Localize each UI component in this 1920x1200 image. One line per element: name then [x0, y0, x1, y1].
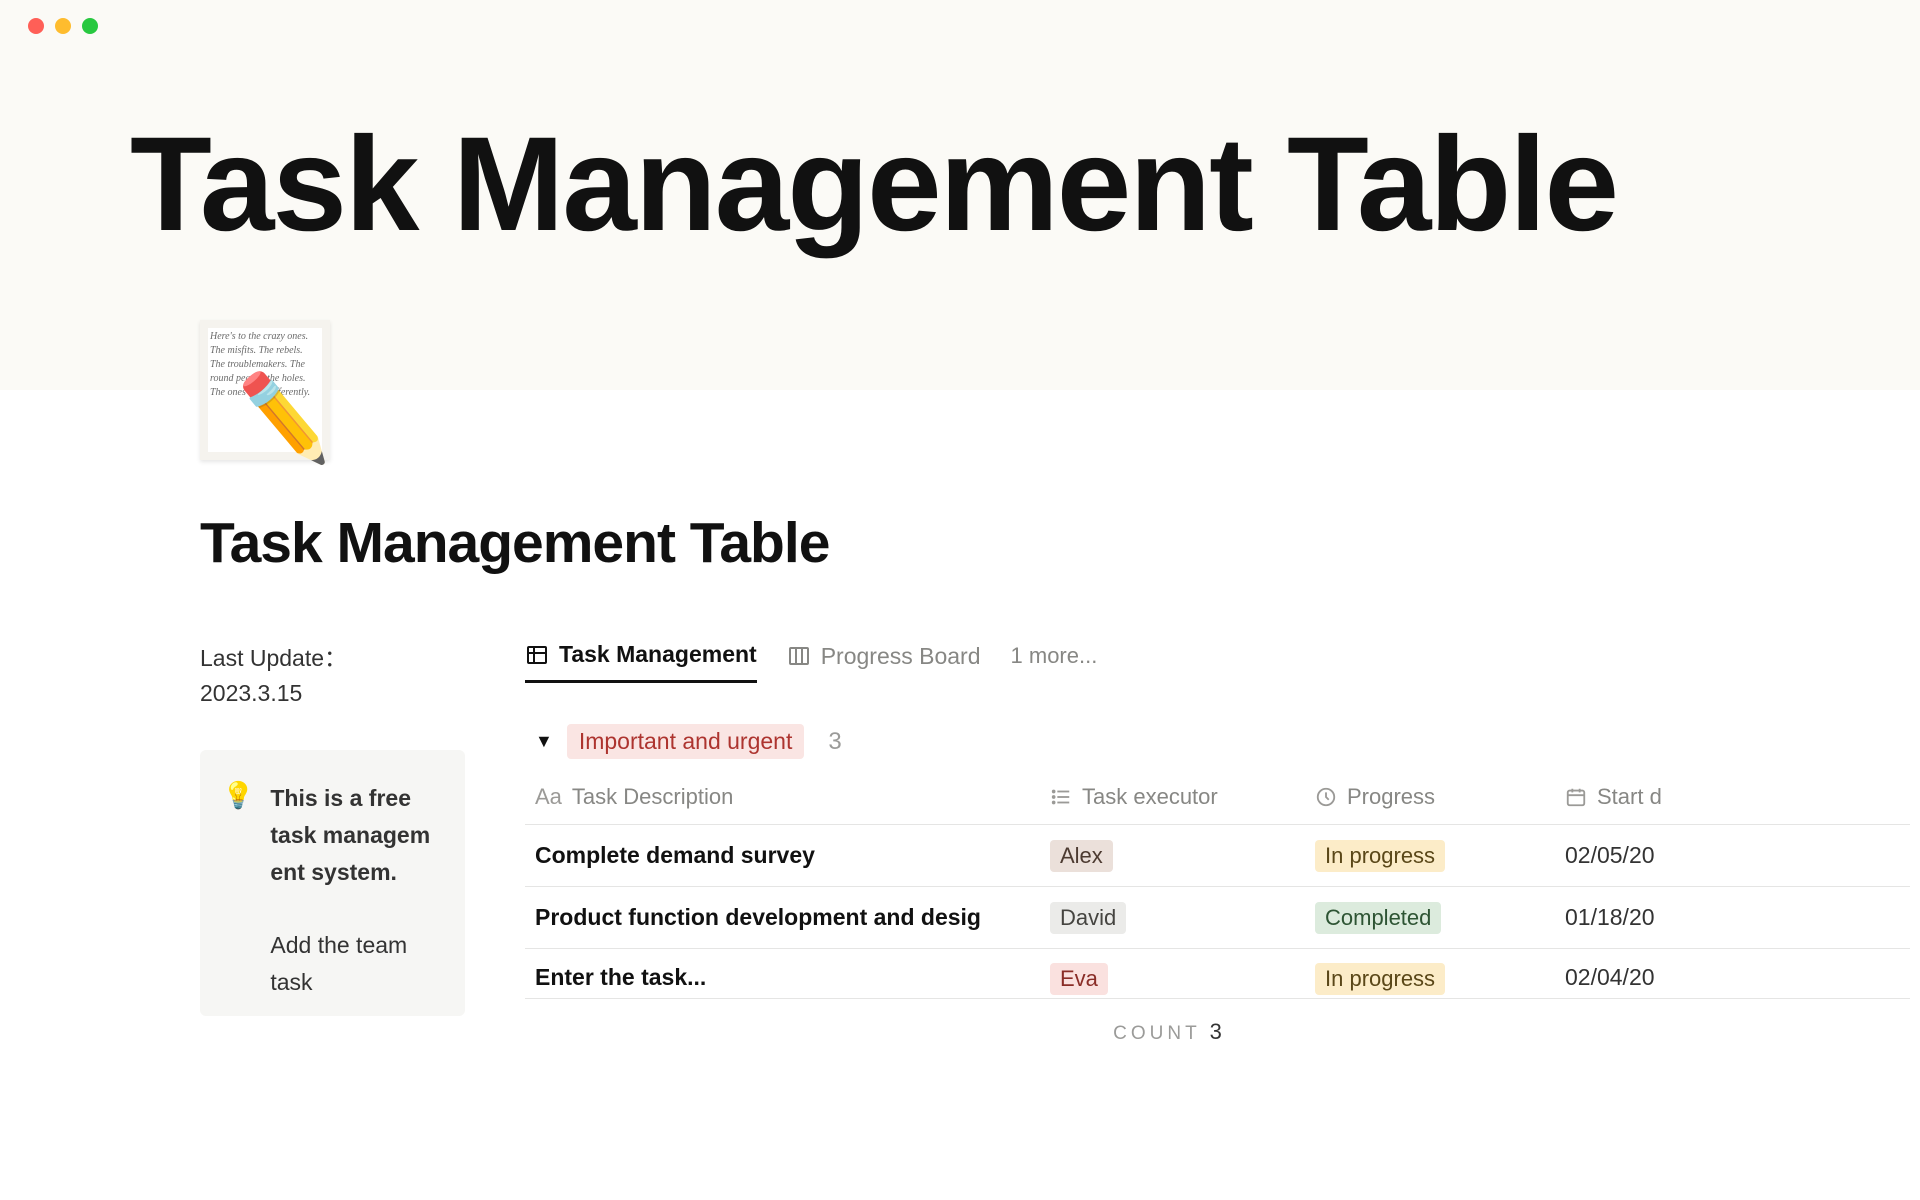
database-area: Task Management Progress Board 1 more...… [465, 641, 1920, 1045]
info-text-rest: Add the team task [270, 932, 407, 995]
table-footer-count: COUNT 3 [525, 1019, 1910, 1045]
group-badge[interactable]: Important and urgent [567, 724, 805, 759]
window-controls [0, 0, 98, 34]
executor-tag: Eva [1050, 963, 1108, 995]
column-task-executor[interactable]: Task executor [1050, 784, 1315, 810]
status-property-icon [1315, 786, 1337, 808]
column-task-description[interactable]: Aa Task Description [525, 784, 1050, 810]
cell-progress: In progress [1315, 840, 1565, 872]
progress-tag: In progress [1315, 963, 1445, 995]
text-property-icon: Aa [535, 784, 562, 810]
list-property-icon [1050, 786, 1072, 808]
sidebar: Last Update： 2023.3.15 💡 This is a free … [200, 641, 465, 1045]
executor-tag: Alex [1050, 840, 1113, 872]
pencil-icon: ✏️ [231, 367, 338, 469]
tab-task-management-label: Task Management [559, 641, 757, 668]
cell-executor: Eva [1050, 958, 1315, 990]
group-toggle-icon[interactable]: ▼ [535, 731, 553, 752]
cell-description: Enter the task... [525, 956, 1050, 991]
progress-tag: Completed [1315, 902, 1441, 934]
cell-start: 02/05/20 [1565, 842, 1910, 869]
group-count: 3 [828, 728, 841, 756]
cell-start: 02/04/20 [1565, 956, 1910, 991]
cell-executor: David [1050, 902, 1315, 934]
column-task-executor-label: Task executor [1082, 784, 1218, 810]
cell-description: Product function development and desig [525, 904, 1050, 931]
cell-description: Complete demand survey [525, 842, 1050, 869]
count-value: 3 [1210, 1019, 1222, 1044]
minimize-window-button[interactable] [55, 18, 71, 34]
tab-progress-board-label: Progress Board [821, 643, 981, 670]
header-title: Task Management Table [130, 115, 1920, 256]
tab-task-management[interactable]: Task Management [525, 641, 757, 683]
info-callout: 💡 This is a free task managem ent system… [200, 750, 465, 1016]
cell-start: 01/18/20 [1565, 904, 1910, 931]
count-label: COUNT [1113, 1023, 1200, 1044]
page-icon[interactable]: Here's to the crazy ones. The misfits. T… [200, 320, 330, 460]
last-update: Last Update： 2023.3.15 [200, 641, 465, 710]
content-section: Task Management Table Last Update： 2023.… [0, 390, 1920, 1045]
column-progress[interactable]: Progress [1315, 784, 1565, 810]
progress-tag: In progress [1315, 840, 1445, 872]
close-window-button[interactable] [28, 18, 44, 34]
column-start-date-label: Start d [1597, 784, 1662, 810]
table-row[interactable]: Complete demand survey Alex In progress … [525, 825, 1910, 887]
column-task-description-label: Task Description [572, 784, 733, 810]
maximize-window-button[interactable] [82, 18, 98, 34]
main-area: Last Update： 2023.3.15 💡 This is a free … [200, 641, 1920, 1045]
page-title: Task Management Table [200, 510, 1920, 576]
view-tabs: Task Management Progress Board 1 more... [525, 641, 1910, 684]
lightbulb-icon: 💡 [222, 780, 254, 1001]
last-update-label: Last Update： [200, 641, 465, 676]
group-header: ▼ Important and urgent 3 [525, 724, 1910, 759]
last-update-date: 2023.3.15 [200, 676, 465, 711]
executor-tag: David [1050, 902, 1126, 934]
info-text: This is a free task managem ent system. … [270, 780, 443, 1001]
table-row[interactable]: Product function development and desig D… [525, 887, 1910, 949]
header-banner: Task Management Table Here's to the craz… [0, 0, 1920, 390]
table-row[interactable]: Enter the task... Eva In progress 02/04/… [525, 949, 1910, 999]
cell-progress: Completed [1315, 902, 1565, 934]
column-progress-label: Progress [1347, 784, 1435, 810]
calendar-property-icon [1565, 786, 1587, 808]
table-icon [525, 643, 549, 667]
tab-more[interactable]: 1 more... [1011, 643, 1098, 681]
board-icon [787, 644, 811, 668]
cell-executor: Alex [1050, 840, 1315, 872]
table-header: Aa Task Description Task executor Progre… [525, 784, 1910, 825]
tab-progress-board[interactable]: Progress Board [787, 643, 981, 682]
info-text-bold: This is a free task managem ent system. [270, 785, 430, 885]
cell-progress: In progress [1315, 958, 1565, 990]
column-start-date[interactable]: Start d [1565, 784, 1910, 810]
